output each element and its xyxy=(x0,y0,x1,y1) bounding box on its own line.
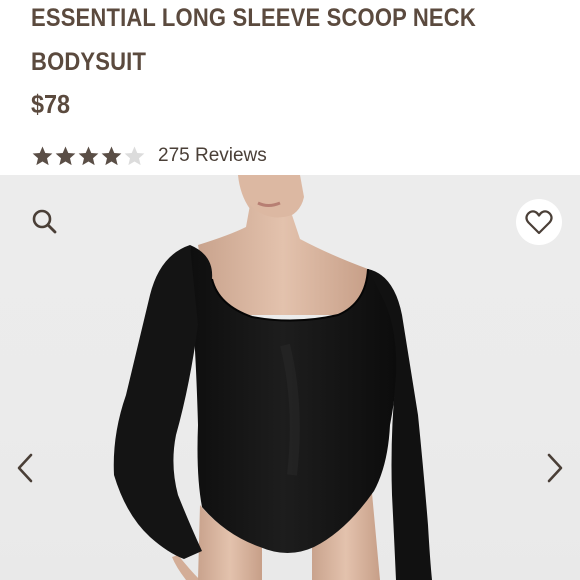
product-price: $78 xyxy=(31,89,71,119)
previous-image-button[interactable] xyxy=(10,451,40,485)
rating-summary[interactable]: 275 Reviews xyxy=(31,142,267,170)
product-image-carousel[interactable] xyxy=(0,175,580,580)
product-title: ESSENTIAL LONG SLEEVE SCOOP NECK BODYSUI… xyxy=(31,4,476,76)
search-button[interactable] xyxy=(22,199,66,243)
star-empty-icon xyxy=(124,145,145,165)
product-header: ESSENTIAL LONG SLEEVE SCOOP NECK BODYSUI… xyxy=(0,0,580,175)
star-filled-icon xyxy=(101,145,122,165)
star-filled-icon xyxy=(32,145,53,165)
star-filled-icon xyxy=(55,145,76,165)
star-filled-icon xyxy=(78,145,99,165)
reviews-link[interactable]: 275 Reviews xyxy=(158,145,267,167)
search-icon xyxy=(32,209,57,234)
star-rating xyxy=(31,145,146,168)
product-photo xyxy=(113,175,432,580)
chevron-right-icon xyxy=(547,453,563,483)
favorite-button[interactable] xyxy=(516,199,562,245)
heart-icon xyxy=(525,210,553,235)
chevron-left-icon xyxy=(17,453,33,483)
next-image-button[interactable] xyxy=(540,451,570,485)
